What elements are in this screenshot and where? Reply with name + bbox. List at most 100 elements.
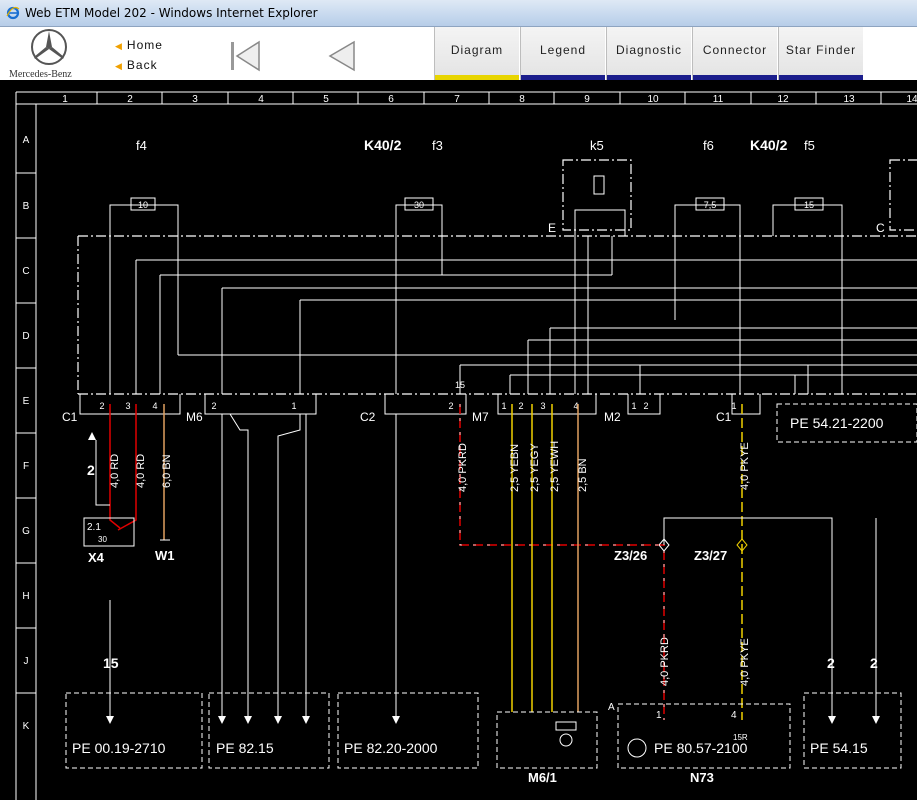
arrow-number: 2	[827, 655, 835, 671]
wire-label: 4,0 PKRD	[659, 637, 671, 686]
x4-pin: 2.1	[87, 522, 101, 533]
pin-number: 15	[455, 380, 465, 390]
first-page-icon[interactable]	[228, 40, 262, 72]
grid-column-label: 11	[713, 94, 724, 105]
tab-diagram[interactable]: Diagram	[434, 27, 520, 80]
wire-label: 2,5 YEWH	[549, 441, 561, 492]
wire-label: 4,0 PKRD	[457, 443, 469, 492]
toolbar-left: Mercedes-Benz ◀ Home ◀ Back	[5, 27, 435, 80]
pin-number: 2	[211, 401, 216, 411]
triangle-left-icon: ◀	[115, 41, 123, 51]
fuse-label: f6	[703, 138, 714, 153]
module-label: K40/2	[364, 137, 402, 153]
connector-label: M6	[186, 410, 203, 424]
pin-number: 3	[125, 401, 130, 411]
grid-column-label: 5	[323, 94, 329, 105]
grid-row-label: A	[23, 135, 30, 146]
pin-number: 1	[501, 401, 506, 411]
pin-number: 2	[448, 401, 453, 411]
grid-column-label: 7	[454, 94, 460, 105]
component-label: X4	[88, 550, 105, 565]
grid-row-label: K	[23, 721, 30, 732]
n73-mark: 1	[656, 710, 662, 721]
grid-row-label: E	[23, 396, 30, 407]
wire-label: 4,0 RD	[135, 454, 147, 488]
x4-pin: 30	[98, 535, 107, 544]
grid-column-label: 13	[843, 94, 855, 105]
grid-column-label: 9	[584, 94, 590, 105]
fuse-label: f4	[136, 138, 147, 153]
tab-label: Legend	[539, 43, 587, 57]
pin-number: 2	[518, 401, 523, 411]
reference-link[interactable]: PE 80.57-2100	[654, 740, 748, 756]
triangle-left-icon: ◀	[115, 61, 123, 71]
connector-label: E	[548, 221, 556, 235]
grid-column-label: 14	[906, 94, 917, 105]
tab-label: Star Finder	[785, 43, 857, 57]
component-label: W1	[155, 548, 175, 563]
wiring-diagram[interactable]: 1 2 3 4 5 6 7 8 9 10 11 12 13 14 A B C D…	[0, 80, 917, 800]
grid-row-label: C	[22, 266, 29, 277]
arrow-number: 2	[870, 655, 878, 671]
grid-row-label: H	[22, 591, 29, 602]
tab-label: Connector	[702, 43, 768, 57]
pin-number: 2	[643, 401, 648, 411]
pin-number: 4	[152, 401, 157, 411]
wire-label: 4,0 PKYE	[739, 638, 751, 686]
grid-row-label: F	[23, 461, 29, 472]
connector-label: C1	[716, 410, 732, 424]
arrow-number: 15	[103, 655, 119, 671]
window-title: Web ETM Model 202 - Windows Internet Exp…	[25, 6, 318, 20]
tab-legend[interactable]: Legend	[520, 27, 606, 80]
home-link[interactable]: ◀ Home	[115, 38, 163, 52]
fuse-label: f3	[432, 138, 443, 153]
reference-link[interactable]: PE 82.20-2000	[344, 740, 438, 756]
grid-column-label: 12	[777, 94, 789, 105]
previous-page-icon[interactable]	[325, 40, 357, 72]
component-label: Z3/27	[694, 548, 727, 563]
tab-diagnostic[interactable]: Diagnostic	[606, 27, 692, 80]
component-label: M6/1	[528, 770, 557, 785]
reference-link[interactable]: PE 54.21-2200	[790, 415, 884, 431]
home-label: Home	[126, 38, 163, 52]
connector-label: C2	[360, 410, 376, 424]
connector-label: C	[876, 221, 885, 235]
fuse-rating: 10	[138, 200, 148, 210]
tab-label: Diagram	[450, 43, 504, 57]
reference-link[interactable]: PE 00.19-2710	[72, 740, 166, 756]
tab-connector[interactable]: Connector	[692, 27, 778, 80]
module-label: K40/2	[750, 137, 788, 153]
relay-label: k5	[590, 138, 604, 153]
grid-column-label: 3	[192, 94, 198, 105]
internet-explorer-icon	[6, 6, 20, 20]
n73-mark: A	[608, 702, 615, 713]
grid-column-label: 6	[388, 94, 394, 105]
grid-column-label: 1	[62, 94, 68, 105]
grid-row-label: B	[23, 201, 30, 212]
reference-link[interactable]: PE 54.15	[810, 740, 868, 756]
grid-row-label: D	[22, 331, 29, 342]
grid-row-label: G	[22, 526, 30, 537]
reference-link[interactable]: PE 82.15	[216, 740, 274, 756]
n73-mark: 4	[731, 710, 737, 721]
view-tabs: Diagram Legend Diagnostic Connector Star…	[434, 27, 864, 80]
connector-label: M2	[604, 410, 621, 424]
back-link[interactable]: ◀ Back	[115, 58, 158, 72]
wire-label: 2,5 YEGY	[529, 443, 541, 492]
back-label: Back	[126, 58, 158, 72]
connector-label: M7	[472, 410, 489, 424]
pin-number: 1	[631, 401, 636, 411]
tab-star-finder[interactable]: Star Finder	[778, 27, 864, 80]
wire-label: 4,0 RD	[109, 454, 121, 488]
grid-column-label: 8	[519, 94, 525, 105]
component-label: Z3/26	[614, 548, 647, 563]
grid-column-label: 2	[127, 94, 133, 105]
fuse-rating: 15	[804, 200, 814, 210]
wire-label: 6,0 BN	[161, 454, 173, 488]
grid-column-label: 10	[647, 94, 659, 105]
fuse-label: f5	[804, 138, 815, 153]
window-titlebar: Web ETM Model 202 - Windows Internet Exp…	[0, 0, 917, 27]
grid-column-label: 4	[258, 94, 264, 105]
tab-label: Diagnostic	[615, 43, 683, 57]
component-label: N73	[690, 770, 714, 785]
